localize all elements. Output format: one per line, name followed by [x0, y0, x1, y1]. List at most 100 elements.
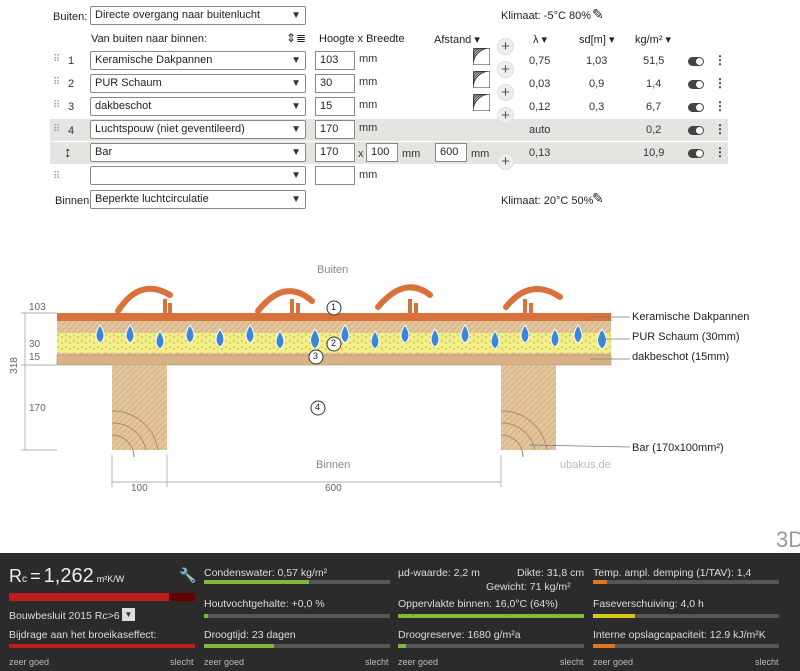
distance-header[interactable]: Afstand ▾: [434, 33, 480, 46]
density-header-label: kg/m²: [635, 34, 663, 46]
rc-unit: m²K/W: [96, 574, 125, 584]
layer-toggle[interactable]: [688, 80, 704, 89]
bar-height-input[interactable]: 170: [315, 143, 355, 162]
drag-handle-icon[interactable]: ⠿: [53, 54, 60, 65]
climate-outside[interactable]: Klimaat: -5°C 80%: [501, 10, 591, 22]
layer-index: 1: [68, 55, 75, 67]
sd-value: 1,03: [586, 55, 608, 67]
lambda-header[interactable]: λ ▾: [533, 33, 547, 46]
bar-width-input[interactable]: 100: [366, 143, 398, 162]
move-arrows-icon[interactable]: ↕: [64, 144, 72, 161]
buiten-select[interactable]: Directe overgang naar buitenlucht ▼: [90, 6, 306, 25]
wood-grain-icon[interactable]: [473, 71, 490, 88]
chevron-down-icon: ▼: [291, 101, 301, 112]
drying-reserve-label: Droogreserve: 1680 g/m²a: [398, 629, 521, 641]
lambda-value: 0,75: [529, 55, 551, 67]
sd-header[interactable]: sd[m] ▾: [579, 33, 614, 46]
bar-left: [111, 365, 167, 458]
new-layer-select[interactable]: ▼: [90, 166, 306, 185]
3d-view-button[interactable]: 3D: [776, 527, 800, 553]
add-layer-button[interactable]: +: [497, 38, 514, 55]
rc-sub: c: [22, 574, 27, 585]
capacity-bar: [593, 644, 779, 648]
layer-index: 2: [68, 78, 75, 90]
layer-material-select[interactable]: dakbeschot ▼: [90, 97, 306, 116]
density-value: 10,9: [643, 147, 665, 159]
unit-label: mm: [359, 169, 378, 181]
sort-icon[interactable]: ⇕≣: [286, 31, 306, 45]
marker-3: 3: [313, 351, 319, 361]
more-menu-icon[interactable]: ⋮: [714, 99, 726, 113]
drag-handle-icon[interactable]: ⠿: [53, 124, 60, 135]
chevron-down-icon[interactable]: ▼: [122, 608, 135, 621]
wood-grain-icon[interactable]: [473, 48, 490, 65]
layer-material-value: Luchtspouw (niet geventileerd): [95, 123, 245, 135]
layer-material-value: PUR Schaum: [95, 77, 162, 89]
more-menu-icon[interactable]: ⋮: [714, 145, 726, 159]
distance-header-label: Afstand: [434, 34, 472, 46]
outside-caption: Buiten: [317, 264, 349, 276]
lambda-value: 0,13: [529, 147, 551, 159]
chevron-down-icon: ▼: [291, 170, 301, 181]
results-panel: Rc = 1,262 m²K/W 🔧 Bouwbesluit 2015 Rc>6…: [0, 553, 800, 671]
dim-label: 15: [29, 352, 41, 363]
layer-height-input[interactable]: 15: [315, 97, 355, 116]
wood-grain-icon[interactable]: [473, 94, 490, 111]
dim-label-total: 318: [8, 357, 20, 374]
damping-label: Temp. ampl. demping (1/TAV): 1,4: [593, 567, 752, 579]
pencil-icon[interactable]: ✎: [592, 6, 604, 23]
wood-moisture-label: Houtvochtgehalte: +0,0 %: [204, 598, 325, 610]
more-menu-icon[interactable]: ⋮: [714, 122, 726, 136]
marker-4: 4: [315, 402, 321, 412]
pencil-icon[interactable]: ✎: [592, 190, 604, 207]
drag-handle-icon[interactable]: ⠿: [53, 171, 60, 182]
rc-value: Rc = 1,262 m²K/W: [9, 565, 124, 588]
legend-label: Keramische Dakpannen: [632, 311, 750, 323]
scale-good: zeer goed: [204, 657, 245, 667]
watermark: ubakus.de: [560, 459, 611, 471]
more-menu-icon[interactable]: ⋮: [714, 76, 726, 90]
damping-bar: [593, 580, 779, 584]
density-header[interactable]: kg/m² ▾: [635, 33, 671, 46]
layer-toggle[interactable]: [688, 126, 704, 135]
tile-clips: [163, 299, 533, 315]
layer-height-input[interactable]: 103: [315, 51, 355, 70]
bar-right: [500, 365, 556, 458]
add-layer-button[interactable]: +: [497, 107, 514, 124]
inside-caption: Binnen: [316, 459, 351, 471]
add-layer-button[interactable]: +: [497, 61, 514, 78]
phase-label: Faseverschuiving: 4,0 h: [593, 598, 704, 610]
unit-label: mm: [359, 76, 378, 88]
dim-label: 100: [131, 483, 148, 494]
lambda-header-label: λ: [533, 34, 539, 46]
layer-toggle[interactable]: [688, 149, 704, 158]
scale-good: zeer goed: [398, 657, 439, 667]
wrench-icon[interactable]: 🔧: [179, 567, 196, 584]
layer-toggle[interactable]: [688, 57, 704, 66]
climate-inside[interactable]: Klimaat: 20°C 50%: [501, 195, 593, 207]
norm-select[interactable]: Bouwbesluit 2015 Rc>6: [9, 610, 120, 622]
surface-temp-label: Oppervlakte binnen: 16,0°C (64%): [398, 598, 559, 610]
layer-height-input[interactable]: 30: [315, 74, 355, 93]
layer-material-select[interactable]: Bar ▼: [90, 143, 306, 162]
add-layer-button[interactable]: +: [497, 84, 514, 101]
lambda-value: 0,03: [529, 78, 551, 90]
layer-height-input[interactable]: 170: [315, 120, 355, 139]
add-layer-button[interactable]: +: [497, 153, 514, 170]
layer-material-select[interactable]: Luchtspouw (niet geventileerd) ▼: [90, 120, 306, 139]
layer-toggle[interactable]: [688, 103, 704, 112]
layer-material-select[interactable]: PUR Schaum ▼: [90, 74, 306, 93]
layer-material-select[interactable]: Keramische Dakpannen ▼: [90, 51, 306, 70]
binnen-select[interactable]: Beperkte luchtcirculatie ▼: [90, 190, 306, 209]
thickness-label: Dikte: 31,8 cm: [517, 567, 585, 579]
drag-handle-icon[interactable]: ⠿: [53, 77, 60, 88]
new-layer-height-input[interactable]: [315, 166, 355, 185]
greenhouse-label: Bijdrage aan het broeikaseffect:: [9, 629, 157, 641]
drag-handle-icon[interactable]: ⠿: [53, 100, 60, 111]
dim-label: 600: [325, 483, 342, 494]
unit-label: mm: [359, 122, 378, 134]
rc-symbol: R: [9, 566, 22, 586]
density-value: 1,4: [646, 78, 662, 90]
bar-distance-input[interactable]: 600: [435, 143, 467, 162]
more-menu-icon[interactable]: ⋮: [714, 53, 726, 67]
